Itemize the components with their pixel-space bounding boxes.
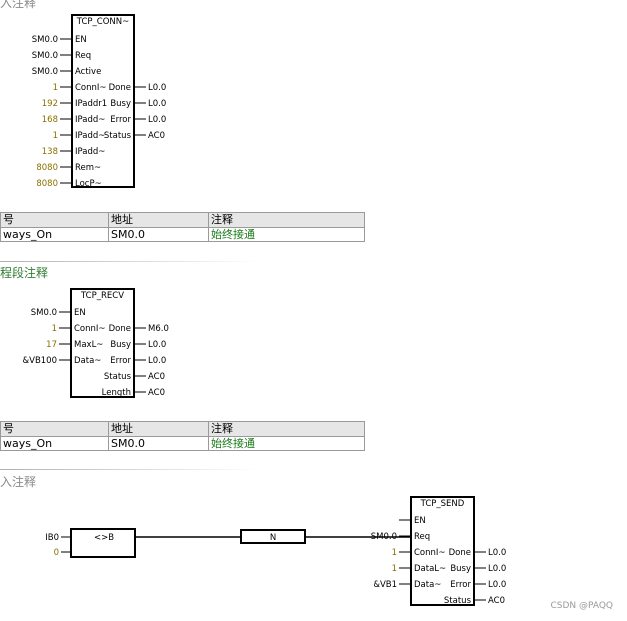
network-comment-top[interactable]: 入注释 bbox=[0, 0, 36, 11]
block-title: TCP_RECV bbox=[80, 291, 124, 301]
input-value: SM0.0 bbox=[32, 51, 58, 61]
output-label: Status bbox=[444, 596, 472, 606]
network-separator bbox=[0, 469, 260, 470]
input-value: 168 bbox=[42, 115, 58, 125]
watermark: CSDN @PAQQ bbox=[550, 601, 613, 611]
output-label: Busy bbox=[110, 340, 131, 350]
input-label: ConnI~ bbox=[74, 324, 106, 334]
output-label: Error bbox=[110, 356, 131, 366]
tcp-send-rung[interactable]: <>B IB0 0 N TCP_SEND EN Req SM0.0 ConnI~ 1 DataL~ 1… bbox=[45, 496, 506, 606]
input-label: ConnI~ bbox=[414, 548, 446, 558]
symbol-table-1: 号 地址 注释 ways_On SM0.0 始终接通 bbox=[0, 212, 365, 242]
output-label: Status bbox=[104, 131, 132, 141]
input-label: Active bbox=[75, 67, 101, 77]
output-value: L0.0 bbox=[488, 580, 506, 590]
output-label: Done bbox=[449, 548, 471, 558]
output-value: L0.0 bbox=[148, 340, 166, 350]
column-header-address: 地址 bbox=[108, 212, 209, 228]
input-label: Req bbox=[414, 532, 430, 542]
input-label: IPaddr1 bbox=[75, 99, 107, 109]
table-row[interactable]: ways_On SM0.0 始终接通 bbox=[0, 227, 365, 242]
compare-title: <>B bbox=[94, 533, 114, 543]
table-row[interactable]: ways_On SM0.0 始终接通 bbox=[0, 436, 365, 451]
cell-address: SM0.0 bbox=[108, 436, 209, 451]
column-header-comment: 注释 bbox=[208, 212, 365, 228]
output-label: Status bbox=[104, 372, 132, 382]
network-separator bbox=[0, 261, 260, 262]
output-label: Done bbox=[109, 83, 131, 93]
input-label: IPadd~ bbox=[75, 147, 105, 157]
input-value: 1 bbox=[53, 131, 58, 141]
input-value: SM0.0 bbox=[32, 67, 58, 77]
output-label: Busy bbox=[110, 99, 131, 109]
input-value: 192 bbox=[42, 99, 58, 109]
input-value: 1 bbox=[392, 564, 397, 574]
output-value: L0.0 bbox=[148, 115, 166, 125]
input-label: EN bbox=[74, 308, 86, 318]
output-value: AC0 bbox=[148, 388, 165, 398]
input-value: 8080 bbox=[36, 179, 58, 189]
output-label: Length bbox=[102, 388, 131, 398]
output-value: L0.0 bbox=[148, 99, 166, 109]
output-label: Error bbox=[110, 115, 131, 125]
input-value: 1 bbox=[392, 548, 397, 558]
compare-in1: IB0 bbox=[45, 533, 59, 543]
input-value: &VB1 bbox=[373, 580, 397, 590]
cell-address: SM0.0 bbox=[108, 227, 209, 242]
output-value: L0.0 bbox=[488, 548, 506, 558]
input-value: 17 bbox=[46, 340, 57, 350]
input-value: 138 bbox=[42, 147, 58, 157]
input-label: LocP~ bbox=[75, 179, 102, 189]
output-value: AC0 bbox=[488, 596, 505, 606]
tcp-recv-block[interactable]: TCP_RECV EN SM0.0 ConnI~ 1 MaxL~ 17 Data~ &VB100… bbox=[23, 288, 169, 398]
cell-symbol: ways_On bbox=[0, 227, 109, 242]
block-title: TCP_SEND bbox=[420, 499, 465, 509]
output-value: L0.0 bbox=[148, 356, 166, 366]
output-value: L0.0 bbox=[488, 564, 506, 574]
output-label: Busy bbox=[450, 564, 471, 574]
input-label: MaxL~ bbox=[74, 340, 103, 350]
compare-in2: 0 bbox=[54, 548, 59, 558]
input-label: ConnI~ bbox=[75, 83, 107, 93]
column-header-address: 地址 bbox=[108, 421, 209, 437]
output-value: AC0 bbox=[148, 131, 165, 141]
input-label: EN bbox=[75, 35, 87, 45]
input-value: SM0.0 bbox=[31, 308, 57, 318]
network-comment-bottom[interactable]: 入注释 bbox=[0, 473, 36, 490]
tcp-conn-block[interactable]: TCP_CONN~ EN SM0.0 Req SM0.0 Active SM0.0 ConnI… bbox=[32, 14, 167, 189]
column-header-symbol: 号 bbox=[0, 421, 109, 437]
output-value: M6.0 bbox=[148, 324, 169, 334]
input-label: EN bbox=[414, 516, 426, 526]
output-value: L0.0 bbox=[148, 83, 166, 93]
input-value: &VB100 bbox=[23, 356, 58, 366]
cell-symbol: ways_On bbox=[0, 436, 109, 451]
column-header-comment: 注释 bbox=[208, 421, 365, 437]
symbol-table-2: 号 地址 注释 ways_On SM0.0 始终接通 bbox=[0, 421, 365, 451]
input-label: Rem~ bbox=[75, 163, 101, 173]
input-value: SM0.0 bbox=[32, 35, 58, 45]
input-label: Data~ bbox=[414, 580, 441, 590]
input-label: IPadd~ bbox=[75, 115, 105, 125]
block-title: TCP_CONN~ bbox=[76, 17, 129, 27]
not-contact-label: N bbox=[270, 533, 276, 543]
input-label: DataL~ bbox=[414, 564, 446, 574]
output-label: Done bbox=[109, 324, 131, 334]
input-label: IPadd~ bbox=[75, 131, 105, 141]
cell-comment: 始终接通 bbox=[208, 227, 365, 242]
column-header-symbol: 号 bbox=[0, 212, 109, 228]
input-label: Req bbox=[75, 51, 91, 61]
input-value: 8080 bbox=[36, 163, 58, 173]
output-label: Error bbox=[450, 580, 471, 590]
input-value: 1 bbox=[52, 324, 57, 334]
input-value: 1 bbox=[53, 83, 58, 93]
network-comment-mid[interactable]: 程段注释 bbox=[0, 264, 48, 281]
ladder-diagram: TCP_CONN~ EN SM0.0 Req SM0.0 Active SM0.0 ConnI… bbox=[23, 14, 506, 606]
output-value: AC0 bbox=[148, 372, 165, 382]
input-value: SM0.0 bbox=[371, 532, 397, 542]
cell-comment: 始终接通 bbox=[208, 436, 365, 451]
input-label: Data~ bbox=[74, 356, 101, 366]
